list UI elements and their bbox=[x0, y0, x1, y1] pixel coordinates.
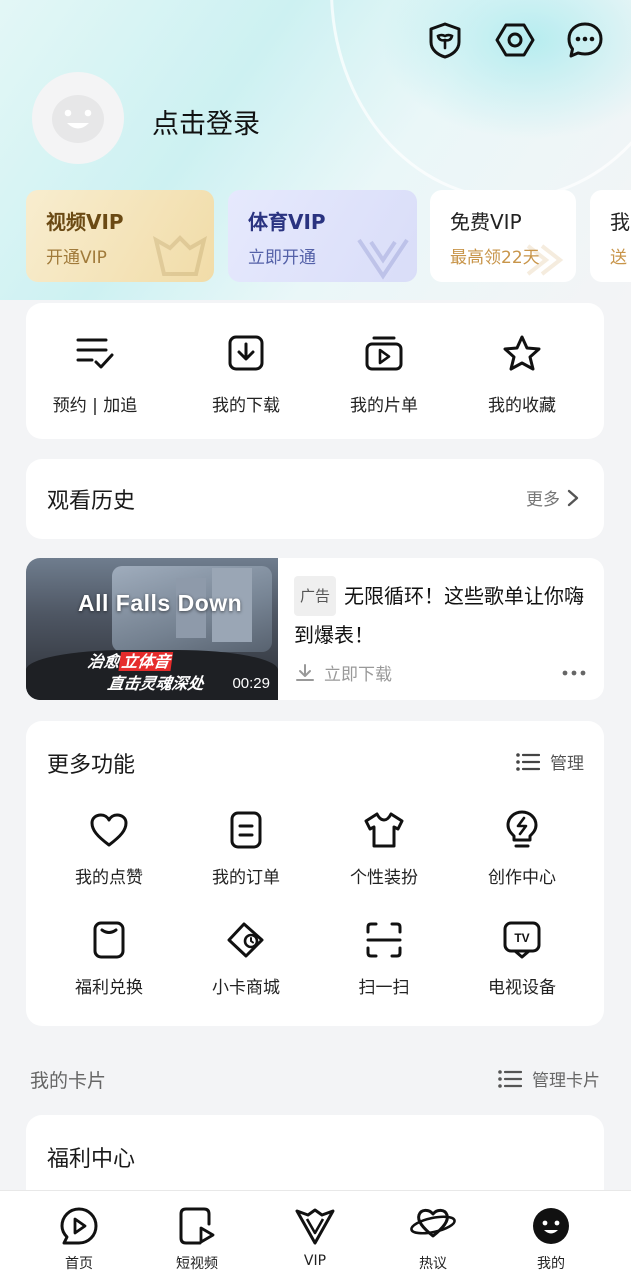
ad-thumb-line2: 直击灵魂深处 bbox=[106, 674, 206, 693]
personal-style-button[interactable]: 个性装扮 bbox=[315, 809, 453, 888]
more-vip-subtitle: 送 bbox=[610, 248, 627, 268]
my-likes-button[interactable]: 我的点赞 bbox=[40, 809, 178, 888]
more-options-icon[interactable] bbox=[562, 662, 586, 681]
reserve-follow-label: 预约 | 加追 bbox=[52, 396, 138, 416]
lightbulb-icon bbox=[453, 809, 591, 851]
tab-hot-topics[interactable]: 热议 bbox=[383, 1205, 483, 1273]
download-arrow-icon bbox=[296, 663, 314, 681]
quick-actions-card: 预约 | 加追 我的下载 我的片单 我的收藏 bbox=[26, 303, 604, 439]
list-icon bbox=[516, 752, 540, 771]
creator-center-label: 创作中心 bbox=[488, 868, 556, 888]
ad-thumb-line1: 治愈立体音 bbox=[86, 652, 174, 671]
home-play-icon bbox=[29, 1205, 129, 1247]
tshirt-icon bbox=[315, 809, 453, 851]
ad-download-label: 立即下载 bbox=[324, 665, 392, 685]
settings-icon[interactable] bbox=[493, 18, 537, 62]
chevron-right-icon bbox=[567, 489, 579, 506]
tab-profile-label: 我的 bbox=[537, 1256, 565, 1272]
list-icon bbox=[498, 1069, 522, 1088]
ad-description: 广告 无限循环！这些歌单让你嗨到爆表！ bbox=[294, 576, 594, 654]
shield-icon[interactable] bbox=[423, 18, 467, 62]
more-functions-title: 更多功能 bbox=[47, 753, 136, 778]
scan-label: 扫一扫 bbox=[358, 978, 410, 998]
my-favorites-label: 我的收藏 bbox=[488, 396, 556, 416]
tab-vip[interactable]: VIP bbox=[265, 1205, 365, 1269]
my-playlist-label: 我的片单 bbox=[350, 396, 418, 416]
history-more-link[interactable]: 更多 bbox=[526, 485, 580, 510]
manage-label: 管理 bbox=[550, 754, 584, 774]
manage-cards-label: 管理卡片 bbox=[532, 1071, 600, 1091]
my-orders-button[interactable]: 我的订单 bbox=[177, 809, 315, 888]
ad-thumbnail[interactable]: All Falls Down 治愈立体音 直击灵魂深处 00:29 bbox=[26, 558, 278, 700]
download-icon bbox=[177, 333, 315, 373]
card-shop-icon bbox=[177, 919, 315, 961]
ad-badge: 广告 bbox=[294, 576, 337, 616]
tab-short-video-label: 短视频 bbox=[176, 1256, 218, 1272]
list-check-icon bbox=[26, 333, 164, 373]
ad-card[interactable]: All Falls Down 治愈立体音 直击灵魂深处 00:29 广告 无限循环… bbox=[26, 558, 604, 700]
ad-download-button[interactable]: 立即下载 bbox=[294, 660, 392, 685]
my-favorites-button[interactable]: 我的收藏 bbox=[453, 333, 591, 416]
card-shop-button[interactable]: 小卡商城 bbox=[177, 919, 315, 998]
order-icon bbox=[177, 809, 315, 851]
my-likes-label: 我的点赞 bbox=[75, 868, 143, 888]
personal-style-label: 个性装扮 bbox=[350, 868, 418, 888]
video-duration: 00:29 bbox=[232, 675, 270, 692]
tab-hot-topics-label: 热议 bbox=[419, 1256, 447, 1272]
profile-icon bbox=[501, 1205, 601, 1247]
tv-devices-button[interactable]: TV 电视设备 bbox=[453, 919, 591, 998]
ad-text: 无限循环！这些歌单让你嗨到爆表！ bbox=[294, 584, 585, 647]
video-vip-card[interactable]: 视频VIP 开通VIP bbox=[26, 190, 214, 282]
sports-vip-card[interactable]: 体育VIP 立即开通 bbox=[228, 190, 417, 282]
welfare-exchange-label: 福利兑换 bbox=[75, 978, 143, 998]
scan-button[interactable]: 扫一扫 bbox=[315, 919, 453, 998]
login-prompt[interactable]: 点击登录 bbox=[152, 102, 260, 141]
history-card[interactable]: 观看历史 更多 bbox=[26, 459, 604, 539]
heart-icon bbox=[40, 809, 178, 851]
short-video-icon bbox=[147, 1205, 247, 1247]
header-icons bbox=[423, 18, 607, 62]
scan-icon bbox=[315, 919, 453, 961]
card-shop-label: 小卡商城 bbox=[212, 978, 280, 998]
tab-short-video[interactable]: 短视频 bbox=[147, 1205, 247, 1273]
history-title: 观看历史 bbox=[47, 489, 136, 514]
svg-text:TV: TV bbox=[514, 931, 529, 945]
tab-profile[interactable]: 我的 bbox=[501, 1205, 601, 1273]
playlist-icon bbox=[315, 333, 453, 373]
my-downloads-button[interactable]: 我的下载 bbox=[177, 333, 315, 416]
free-vip-card[interactable]: 免费VIP 最高领22天 bbox=[430, 190, 576, 282]
video-vip-title: 视频VIP bbox=[46, 210, 124, 234]
reserve-follow-button[interactable]: 预约 | 加追 bbox=[26, 333, 164, 416]
my-cards-title: 我的卡片 bbox=[30, 1070, 107, 1092]
message-icon[interactable] bbox=[563, 18, 607, 62]
my-downloads-label: 我的下载 bbox=[212, 396, 280, 416]
more-vip-card[interactable]: 我 送 bbox=[590, 190, 631, 282]
my-playlist-button[interactable]: 我的片单 bbox=[315, 333, 453, 416]
free-vip-title: 免费VIP bbox=[450, 210, 522, 234]
star-icon bbox=[453, 333, 591, 373]
avatar[interactable] bbox=[32, 72, 124, 164]
my-orders-label: 我的订单 bbox=[212, 868, 280, 888]
manage-cards-button[interactable]: 管理卡片 bbox=[498, 1066, 600, 1091]
tv-devices-label: 电视设备 bbox=[488, 978, 556, 998]
creator-center-button[interactable]: 创作中心 bbox=[453, 809, 591, 888]
ad-thumb-title: All Falls Down bbox=[78, 590, 243, 616]
sports-vip-title: 体育VIP bbox=[248, 210, 326, 234]
planet-icon bbox=[383, 1205, 483, 1247]
tv-icon: TV bbox=[453, 919, 591, 961]
tab-vip-label: VIP bbox=[303, 1253, 327, 1269]
welfare-center-title: 福利中心 bbox=[47, 1147, 136, 1172]
vip-icon bbox=[265, 1205, 365, 1247]
bottom-tab-bar: 首页 短视频 VIP 热议 我的 bbox=[0, 1190, 631, 1280]
manage-functions-button[interactable]: 管理 bbox=[516, 749, 584, 774]
exchange-icon bbox=[40, 919, 178, 961]
more-vip-title: 我 bbox=[610, 210, 630, 234]
welfare-exchange-button[interactable]: 福利兑换 bbox=[40, 919, 178, 998]
vip-card-row: 视频VIP 开通VIP 体育VIP 立即开通 免费VIP 最高领22天 我 送 bbox=[26, 190, 631, 284]
more-functions-card: 更多功能 管理 我的点赞 我的订单 个性装扮 创作中心 福利兑换 小卡商城 扫一… bbox=[26, 721, 604, 1026]
tab-home-label: 首页 bbox=[65, 1256, 93, 1272]
history-more-label: 更多 bbox=[526, 490, 560, 510]
tab-home[interactable]: 首页 bbox=[29, 1205, 129, 1273]
